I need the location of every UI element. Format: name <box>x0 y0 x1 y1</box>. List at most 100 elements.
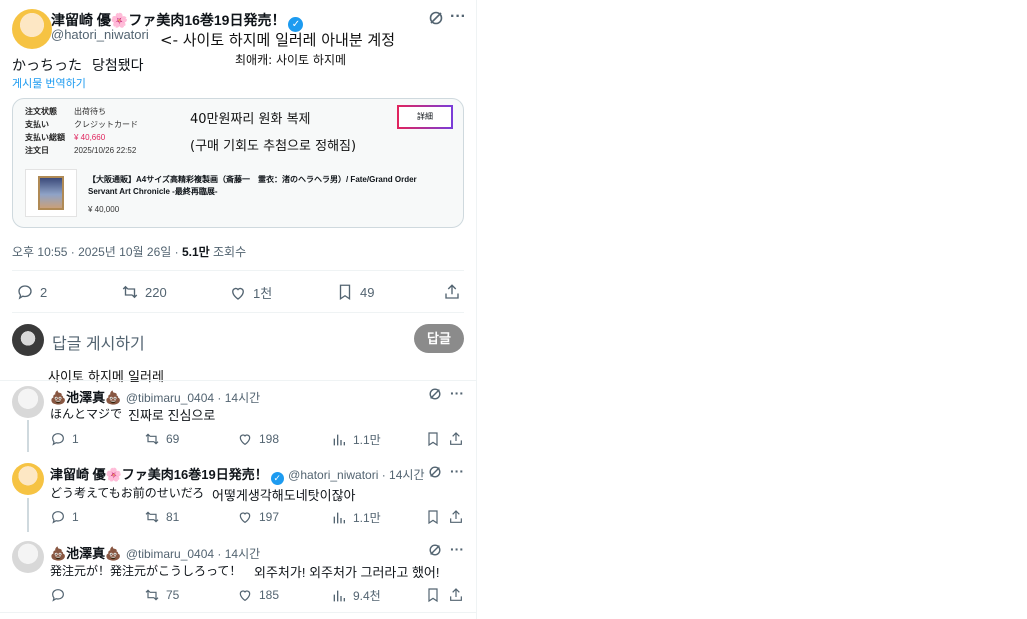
verified-badge-icon: ✓ <box>270 472 284 485</box>
overlay-account-note: <- 사이토 하지메 일러레 아내분 계정 <box>160 31 396 49</box>
bookmark-button[interactable]: 49 <box>336 283 374 301</box>
divider <box>12 312 464 313</box>
more-options-icon[interactable]: ··· <box>450 8 466 26</box>
retweet-count: 220 <box>145 284 167 300</box>
reply-handle[interactable]: @tibimaru_0404 · 14시간 <box>126 391 260 405</box>
reply-like-button[interactable]: 185 <box>237 587 279 603</box>
order-detail-button[interactable]: 詳細 <box>397 105 453 129</box>
overlay-illustrator-note: 사이토 하지메 일러레 <box>48 370 164 385</box>
reply-retweet-button[interactable]: 75 <box>144 587 179 603</box>
overlay-price-note: 40만원짜리 원화 복제 <box>190 112 311 127</box>
author-avatar[interactable] <box>12 9 52 49</box>
reply-icon <box>18 285 32 300</box>
reply-input[interactable]: 답글 게시하기 <box>52 330 145 354</box>
reply-like-button[interactable]: 197 <box>237 509 279 525</box>
reply-share-button[interactable] <box>448 431 464 447</box>
more-options-icon[interactable]: ··· <box>450 385 464 401</box>
reply-reply-button[interactable]: 1 <box>50 509 79 525</box>
reply-reply-button[interactable]: 1 <box>50 431 79 447</box>
reply-avatar[interactable] <box>12 541 44 573</box>
bookmark-icon <box>428 510 438 525</box>
bookmark-icon <box>428 588 438 603</box>
order-label: 支払い総額 <box>25 133 65 142</box>
views-chart-icon <box>333 434 345 445</box>
grok-icon[interactable] <box>428 10 444 31</box>
grok-icon[interactable] <box>428 543 442 562</box>
reply-text-kr: 진짜로 진심으로 <box>128 408 216 423</box>
reply-handle[interactable]: @tibimaru_0404 · 14시간 <box>126 547 260 561</box>
translate-link[interactable]: 게시물 번역하기 <box>12 75 86 91</box>
bookmark-icon <box>339 284 351 301</box>
order-date: 2025/10/26 22:52 <box>74 146 137 155</box>
reply-avatar[interactable] <box>12 463 44 495</box>
views-count: 1.1만 <box>353 433 381 447</box>
reply-text-kr: 어떻게생각해도네탓이잖아 <box>212 488 356 503</box>
like-count: 1천 <box>253 286 273 301</box>
divider <box>12 270 464 271</box>
order-screenshot-image[interactable]: 注文状態 支払い 支払い総額 注文日 出荷待ち クレジットカード ¥ 40,66… <box>12 98 464 228</box>
order-label: 注文日 <box>25 146 49 155</box>
heart-icon <box>239 512 251 524</box>
more-options-icon[interactable]: ··· <box>450 541 464 557</box>
reply-views-button[interactable]: 1.1만 <box>331 431 381 448</box>
retweet-icon <box>145 589 159 601</box>
reply-views-button[interactable]: 9.4천 <box>331 587 381 604</box>
reply-header: 💩池澤真💩 @tibimaru_0404 · 14시간 <box>50 387 260 407</box>
order-label: 注文状態 <box>25 107 57 116</box>
views-count: 9.4천 <box>353 589 381 603</box>
reply-reply-button[interactable] <box>50 587 72 603</box>
reply-bookmark-button[interactable] <box>425 509 441 525</box>
tweet-timestamp[interactable]: 오후 10:55 · 2025년 10월 26일 · 5.1만 조회수 <box>12 243 246 260</box>
reply-author-name[interactable]: 💩池澤真💩 <box>50 390 121 405</box>
overlay-lottery-note: (구매 기회도 추첨으로 정해짐) <box>190 139 357 154</box>
reply-share-button[interactable] <box>448 587 464 603</box>
reply-share-button[interactable] <box>448 509 464 525</box>
reply-text-kr: 외주처가! 외주처가 그러라고 했어! <box>254 565 440 580</box>
retweet-button[interactable]: 220 <box>121 283 167 301</box>
share-icon <box>450 432 462 445</box>
reply-bookmark-button[interactable] <box>425 431 441 447</box>
current-user-avatar[interactable] <box>12 324 44 356</box>
views-count: 1.1만 <box>353 511 381 525</box>
like-count: 198 <box>259 432 280 446</box>
reply-bookmark-button[interactable] <box>425 587 441 603</box>
order-label: 支払い <box>25 120 49 129</box>
reply-handle[interactable]: @hatori_niwatori · 14시간 <box>288 468 424 482</box>
reply-avatar[interactable] <box>12 386 44 418</box>
retweet-count: 81 <box>166 510 180 524</box>
reply-author-name[interactable]: 💩池澤真💩 <box>50 546 121 561</box>
more-options-icon[interactable]: ··· <box>450 463 464 479</box>
grok-icon[interactable] <box>428 387 442 406</box>
order-labels: 注文状態 支払い 支払い総額 注文日 <box>25 105 65 157</box>
share-icon <box>450 510 462 523</box>
reply-button[interactable]: 2 <box>16 283 47 301</box>
order-values: 出荷待ち クレジットカード ¥ 40,660 2025/10/26 22:52 <box>74 105 138 157</box>
retweet-icon <box>145 433 159 445</box>
reply-count: 1 <box>72 510 79 524</box>
thread-line <box>27 420 29 452</box>
product-title-line2: Servant Art Chronicle -最終再臨展- <box>88 187 218 196</box>
divider <box>0 380 476 381</box>
tweet-column: 津留崎 優🌸ファ美肉16巻19日発売！ ✓ @hatori_niwatori ··… <box>0 0 477 619</box>
author-handle[interactable]: @hatori_niwatori <box>51 27 149 42</box>
reply-retweet-button[interactable]: 81 <box>144 509 179 525</box>
reply-views-button[interactable]: 1.1만 <box>331 509 381 526</box>
heart-icon <box>239 434 251 446</box>
bookmark-count: 49 <box>360 284 375 300</box>
artwork-thumbnail-icon <box>38 176 64 210</box>
timestamp-text: 오후 10:55 · 2025년 10월 26일 · <box>12 245 182 259</box>
reply-icon <box>52 511 64 524</box>
thread-line <box>27 498 29 532</box>
reply-author-name[interactable]: 津留崎 優🌸ファ美肉16巻19日発売！ <box>50 467 268 482</box>
reply-retweet-button[interactable]: 69 <box>144 431 179 447</box>
views-label: 조회수 <box>209 245 247 259</box>
share-icon <box>445 284 459 299</box>
reply-count: 1 <box>72 432 79 446</box>
share-button[interactable] <box>443 283 461 301</box>
like-button[interactable]: 1천 <box>229 283 272 302</box>
reply-like-button[interactable]: 198 <box>237 431 279 447</box>
views-count: 5.1만 <box>181 245 210 259</box>
grok-icon[interactable] <box>428 465 442 484</box>
share-icon <box>450 588 462 601</box>
reply-submit-button[interactable]: 답글 <box>414 324 464 353</box>
